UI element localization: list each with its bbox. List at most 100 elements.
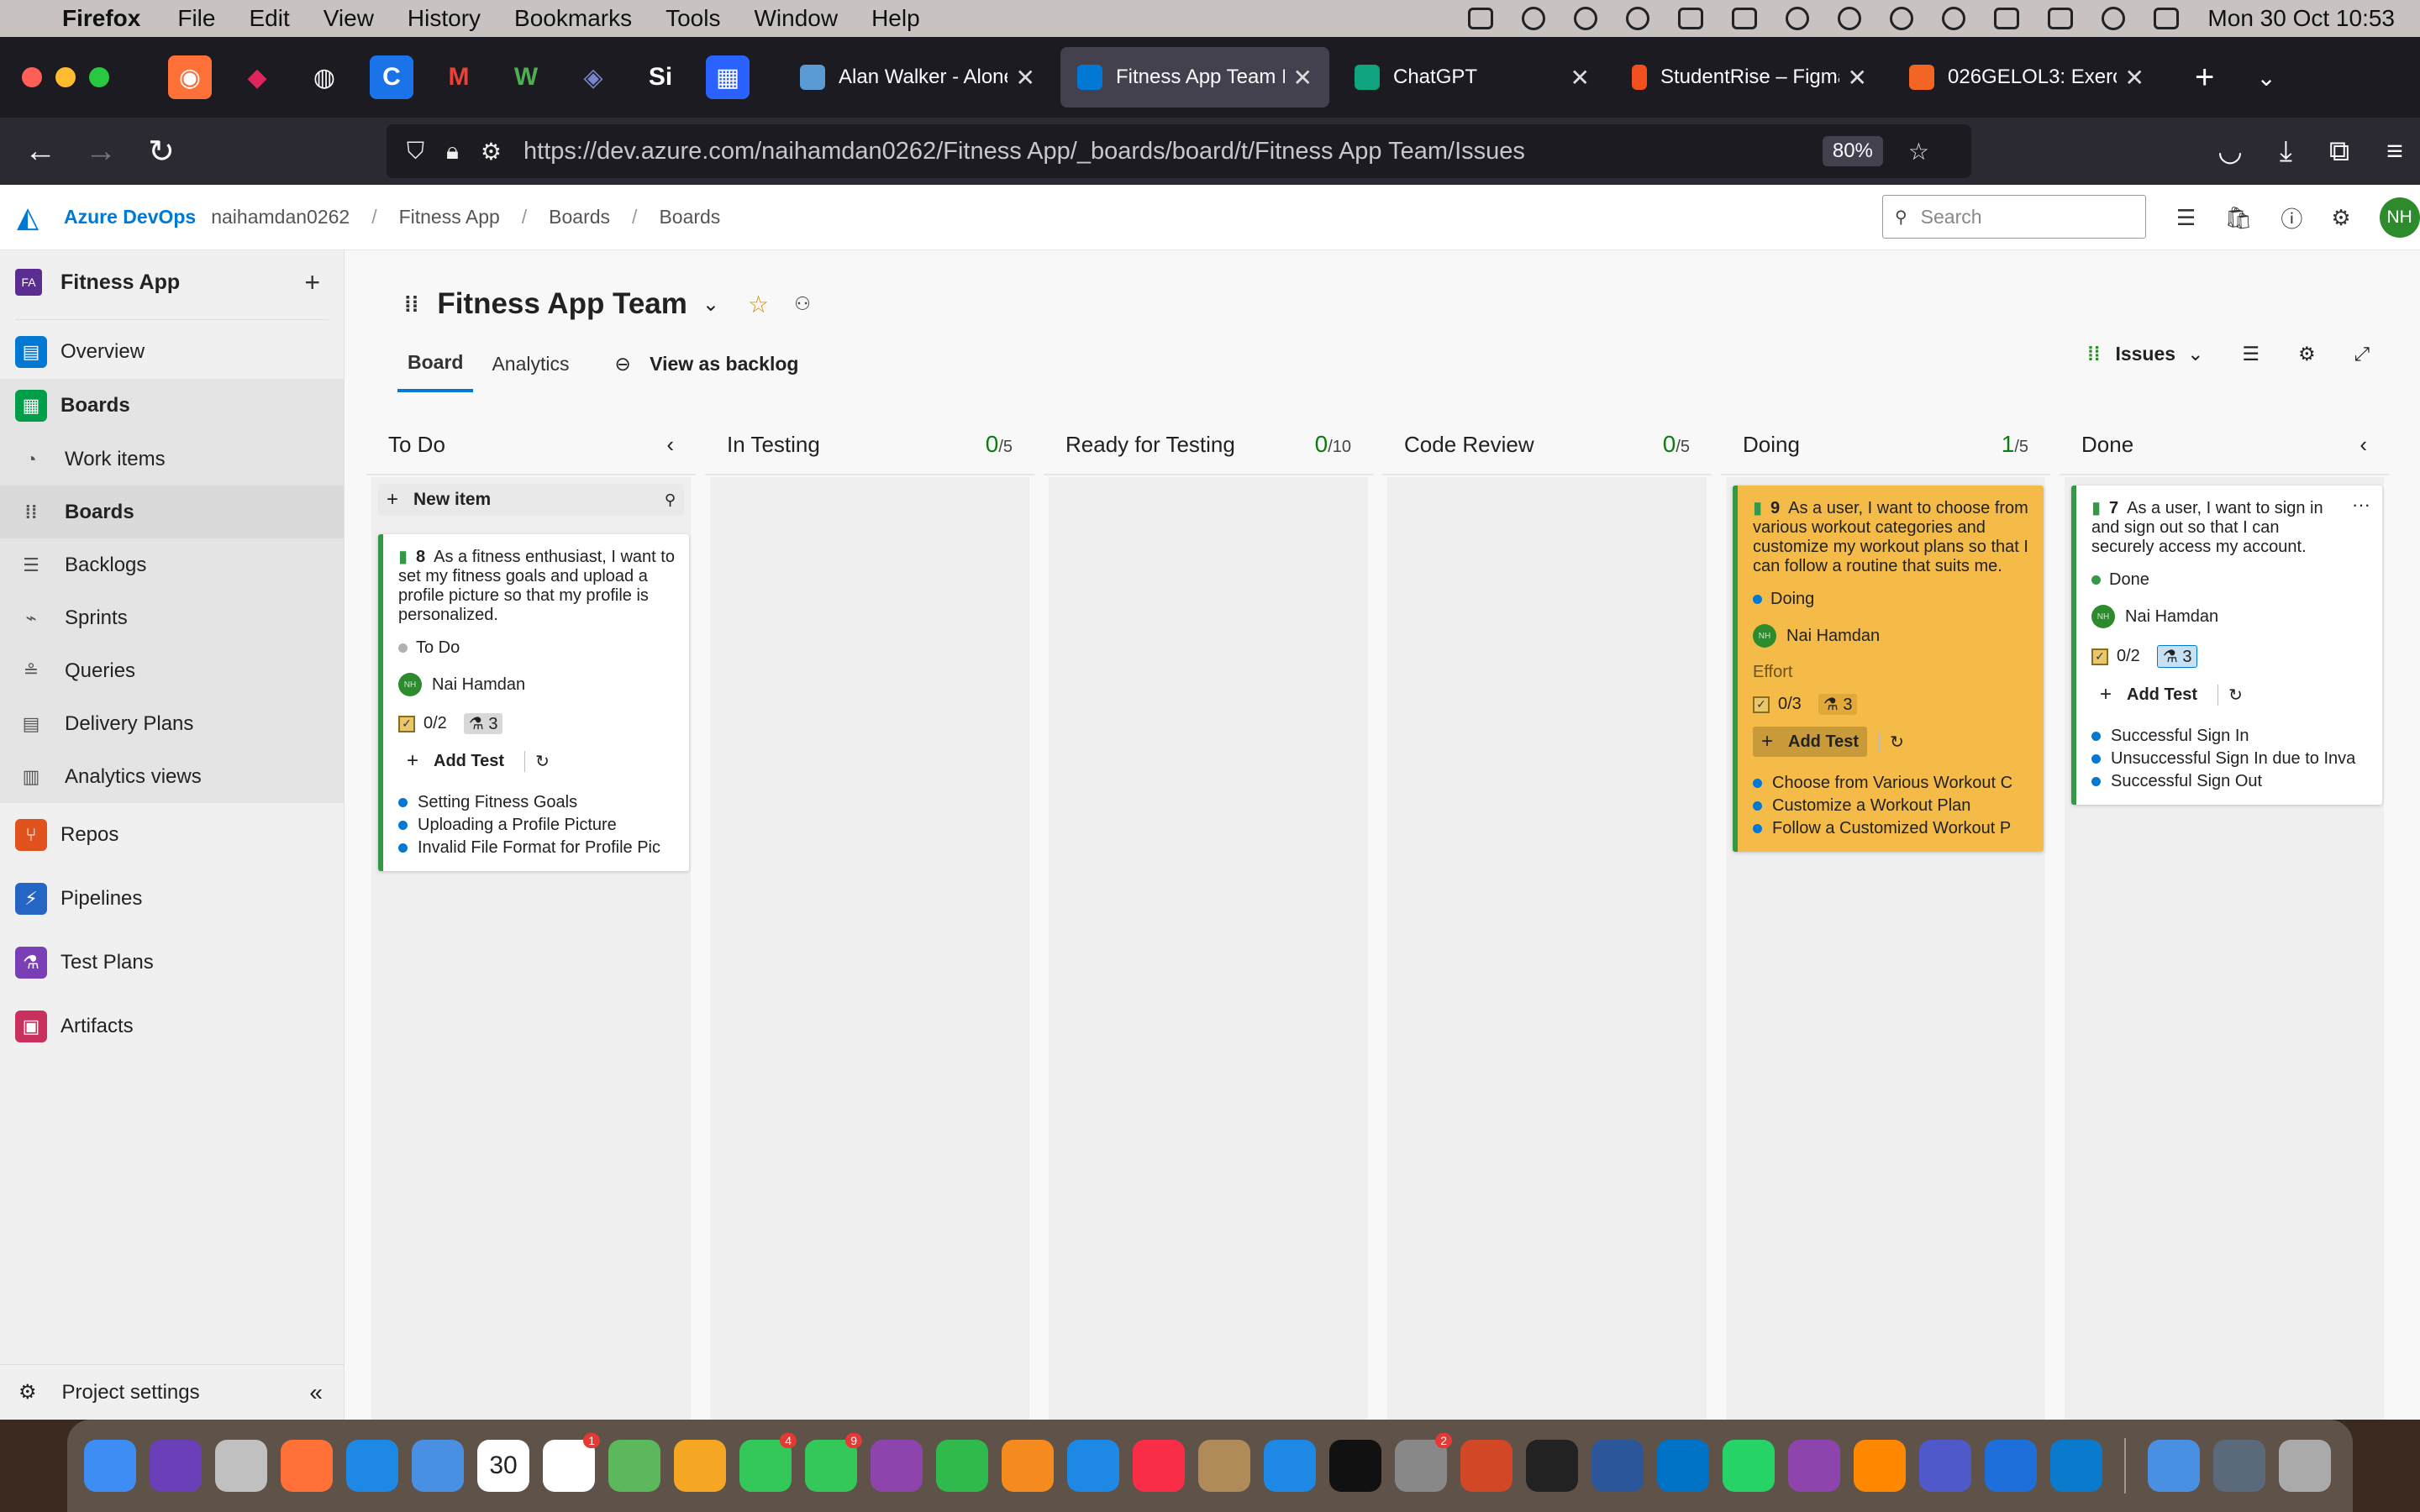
dock-vscode-icon[interactable]	[2050, 1440, 2102, 1492]
refresh-icon[interactable]: ↻	[2217, 684, 2243, 706]
lock-icon[interactable]: 🔒︎	[446, 138, 459, 165]
sidebar-item-test-plans[interactable]: ⚗ Test Plans	[0, 931, 344, 995]
sidebar-item-overview[interactable]: ▤ Overview	[0, 325, 344, 379]
card-state[interactable]: To Do	[398, 638, 677, 658]
dock-powerpoint-icon[interactable]	[1460, 1440, 1512, 1492]
spotlight-icon[interactable]	[2102, 7, 2126, 30]
bookmark-star-icon[interactable]: ☆	[1908, 138, 1929, 165]
c-app-icon[interactable]: C	[370, 55, 413, 99]
vlc-status-icon[interactable]	[1574, 7, 1598, 30]
tab-alan-walker[interactable]: Alan Walker - Alone (I ✕	[783, 47, 1052, 108]
menu-tools[interactable]: Tools	[666, 5, 720, 32]
grid-app-icon[interactable]: ◈	[571, 55, 615, 99]
add-test-button[interactable]: + Add Test	[398, 746, 513, 776]
test-item[interactable]: Unsuccessful Sign In due to Inva	[2091, 748, 2370, 770]
menu-history[interactable]: History	[408, 5, 481, 32]
window-icon[interactable]	[1732, 8, 1758, 29]
dock-keynote-icon[interactable]	[1067, 1440, 1119, 1492]
wifi-icon[interactable]	[1942, 7, 1966, 30]
tab-analytics[interactable]: Analytics	[481, 353, 579, 391]
dock-whatsapp-icon[interactable]	[1723, 1440, 1775, 1492]
url-text[interactable]: https://dev.azure.com/naihamdan0262/Fitn…	[523, 138, 1823, 165]
menu-edit[interactable]: Edit	[249, 5, 289, 32]
project-settings[interactable]: ⚙ Project settings «	[0, 1364, 345, 1420]
forward-icon[interactable]: →	[71, 134, 131, 170]
board-settings-gear-icon[interactable]: ⚙	[2298, 343, 2316, 365]
card-assignee[interactable]: NH Nai Hamdan	[2091, 605, 2370, 628]
tab-exercise[interactable]: 026GELOL3: Exercis ✕	[1892, 47, 2161, 108]
close-tab-icon[interactable]: ✕	[1570, 64, 1590, 92]
dock-outlook-icon[interactable]	[1657, 1440, 1709, 1492]
card-issue-8[interactable]: ▮ 8 As a fitness enthusiast, I want to set…	[378, 534, 689, 871]
collapse-column-icon[interactable]: ‹	[666, 432, 674, 458]
close-tab-icon[interactable]: ✕	[1016, 64, 1035, 92]
search-icon[interactable]: ⚲	[665, 491, 676, 509]
dock-screenshots-icon[interactable]	[2213, 1440, 2265, 1492]
test-count[interactable]: ⚗ 3	[463, 713, 503, 734]
dock-calendar-icon[interactable]: 30	[477, 1440, 529, 1492]
task-count[interactable]: 0/3	[1778, 695, 1802, 714]
backlog-level-selector[interactable]: ⁞⁞ Issues ⌄	[2087, 343, 2203, 365]
chevron-down-icon[interactable]: ⌄	[702, 292, 719, 317]
tab-figma[interactable]: StudentRise – Figma ✕	[1615, 47, 1884, 108]
menu-app-name[interactable]: Firefox	[62, 5, 140, 32]
card-state[interactable]: Done	[2091, 570, 2370, 590]
work-list-icon[interactable]: ☰	[2176, 205, 2196, 231]
dock-numbers-icon[interactable]	[936, 1440, 988, 1492]
zoom-window-button[interactable]	[89, 67, 109, 87]
dock-podcasts-icon[interactable]	[871, 1440, 923, 1492]
test-item[interactable]: Successful Sign Out	[2091, 770, 2370, 793]
close-tab-icon[interactable]: ✕	[2125, 64, 2144, 92]
calendar-app-icon[interactable]: ▦	[706, 55, 750, 99]
menu-clock[interactable]: Mon 30 Oct 10:53	[2207, 5, 2395, 32]
downloads-icon[interactable]: ⤓	[2280, 135, 2292, 168]
card-effort-field[interactable]: Effort	[1753, 663, 2032, 682]
card-state[interactable]: Doing	[1753, 590, 2032, 609]
tab-board[interactable]: Board	[397, 351, 474, 392]
dock-facetime-icon[interactable]: 4	[739, 1433, 797, 1492]
mute-icon[interactable]	[1522, 7, 1546, 30]
search-input[interactable]: ⚲ Search	[1882, 195, 2146, 239]
add-test-button[interactable]: + Add Test	[1753, 727, 1868, 757]
extensions-icon[interactable]: ⧉	[2329, 135, 2349, 168]
dock-app-store-icon[interactable]	[1264, 1440, 1316, 1492]
test-count[interactable]: ⚗ 3	[2156, 645, 2198, 668]
page-title[interactable]: Fitness App Team	[437, 287, 687, 321]
breadcrumb-project[interactable]: Fitness App	[399, 206, 500, 228]
test-item[interactable]: Follow a Customized Workout P	[1753, 817, 2032, 840]
list-tabs-icon[interactable]: ⌄	[2256, 64, 2275, 92]
play-icon[interactable]	[1890, 7, 1914, 30]
card-title[interactable]: ▮ 9 As a user, I want to choose from vario…	[1753, 499, 2032, 576]
test-item[interactable]: Setting Fitness Goals	[398, 791, 677, 814]
dock-pages-icon[interactable]	[1002, 1440, 1054, 1492]
sidebar-item-pipelines[interactable]: ⚡︎ Pipelines	[0, 867, 344, 931]
test-item[interactable]: Successful Sign In	[2091, 725, 2370, 748]
sync-icon[interactable]	[1786, 7, 1810, 30]
menu-view[interactable]: View	[324, 5, 374, 32]
fullscreen-icon[interactable]: ⤢	[2354, 343, 2370, 365]
view-as-backlog-button[interactable]: ⊖ View as backlog	[615, 353, 799, 391]
zoom-level[interactable]: 80%	[1822, 136, 1883, 166]
sidebar-item-sprints[interactable]: ⌁ Sprints	[0, 591, 344, 644]
sidebar-item-boards-hub[interactable]: ▦ Boards	[0, 379, 344, 433]
time-machine-icon[interactable]	[1626, 7, 1650, 30]
shield-icon[interactable]: ⛉	[407, 138, 424, 165]
dock-maps-pin-icon[interactable]	[1985, 1440, 2037, 1492]
input-source-icon[interactable]	[1994, 8, 2020, 29]
dock-finder-icon[interactable]	[84, 1440, 136, 1492]
menu-bookmarks[interactable]: Bookmarks	[514, 5, 632, 32]
sidebar-item-delivery-plans[interactable]: ▤ Delivery Plans	[0, 697, 344, 750]
control-center-icon[interactable]	[2154, 8, 2180, 29]
dock-word-icon[interactable]	[1591, 1440, 1644, 1492]
sidebar-item-boards[interactable]: ⁞⁞ Boards	[0, 486, 344, 538]
breadcrumb-org[interactable]: naihamdan0262	[211, 206, 350, 228]
pinned-app-icon[interactable]: ◆	[235, 55, 279, 99]
add-test-button[interactable]: + Add Test	[2091, 680, 2206, 710]
breadcrumb-boards-hub[interactable]: Boards	[549, 206, 610, 228]
refresh-icon[interactable]: ↻	[524, 750, 550, 772]
filter-icon[interactable]: ☰	[2242, 343, 2260, 365]
more-options-icon[interactable]: ···	[2352, 494, 2370, 516]
menu-help[interactable]: Help	[871, 5, 920, 32]
close-tab-icon[interactable]: ✕	[1293, 64, 1313, 92]
dock-feedback-icon[interactable]	[1788, 1440, 1840, 1492]
